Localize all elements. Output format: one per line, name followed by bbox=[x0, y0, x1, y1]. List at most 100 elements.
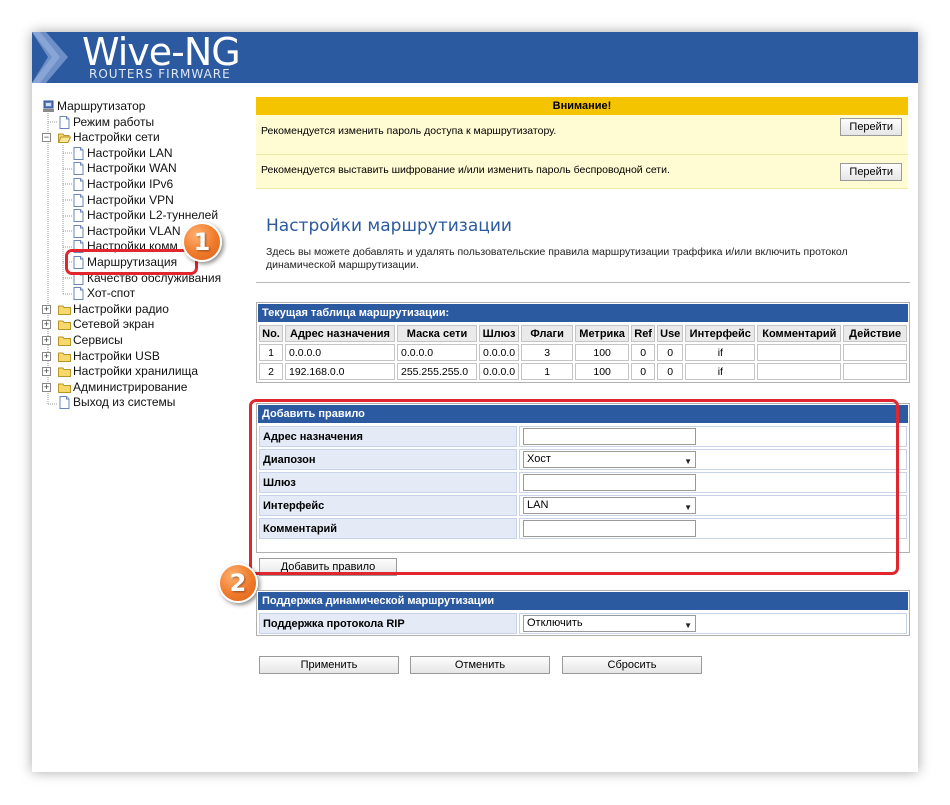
sidebar-item[interactable]: + Настройки радио bbox=[42, 302, 242, 318]
sidebar-item[interactable]: Маршрутизатор bbox=[42, 99, 242, 115]
page-icon bbox=[72, 162, 85, 176]
sidebar-item-label: Режим работы bbox=[73, 114, 155, 129]
header-banner: Wive-NG ROUTERS FIRMWARE bbox=[32, 32, 918, 83]
sidebar-item[interactable]: Хот-спот bbox=[42, 286, 242, 302]
sidebar-item-label: Выход из системы bbox=[73, 395, 176, 410]
sidebar-item[interactable]: Выход из системы bbox=[42, 395, 242, 411]
cell-action[interactable] bbox=[843, 363, 907, 380]
expand-icon[interactable]: + bbox=[42, 367, 51, 377]
warning-title: Внимание! bbox=[256, 97, 908, 115]
cell-metric: 100 bbox=[575, 363, 630, 380]
expand-icon[interactable]: + bbox=[42, 382, 51, 392]
col-header: Флаги bbox=[521, 325, 574, 342]
warning-row-password: Рекомендуется изменить пароль доступа к … bbox=[256, 115, 908, 155]
expand-icon[interactable]: + bbox=[42, 335, 51, 345]
warning-text-password: Рекомендуется изменить пароль доступа к … bbox=[261, 125, 557, 137]
sidebar-item-label: Сервисы bbox=[73, 332, 123, 347]
cell-use: 0 bbox=[657, 363, 684, 380]
cell-ref: 0 bbox=[631, 363, 656, 380]
cell-gateway: 0.0.0.0 bbox=[479, 344, 520, 361]
cell-no: 2 bbox=[259, 363, 283, 380]
page-title: Настройки маршрутизации bbox=[266, 216, 512, 236]
cell-interface: if bbox=[685, 344, 756, 361]
folder-icon bbox=[58, 334, 71, 347]
callout-highlight-add-rule bbox=[249, 399, 899, 575]
sidebar-item[interactable]: Настройки VPN bbox=[42, 193, 242, 209]
sidebar-item[interactable]: Настройки L2-туннелей bbox=[42, 208, 242, 224]
cell-gateway: 0.0.0.0 bbox=[479, 363, 520, 380]
table-row: 1 0.0.0.0 0.0.0.0 0.0.0.0 3 100 0 0 if bbox=[259, 344, 907, 361]
routing-table-panel: Текущая таблица маршрутизации: No. Адрес… bbox=[256, 302, 910, 383]
cell-comment bbox=[757, 344, 842, 361]
apply-button[interactable]: Применить bbox=[259, 656, 399, 674]
page-description: Здесь вы можете добавлять и удалять поль… bbox=[266, 246, 848, 271]
callout-badge-2: 2 bbox=[218, 563, 258, 603]
cell-netmask: 255.255.255.0 bbox=[397, 363, 477, 380]
goto-password-button[interactable]: Перейти bbox=[840, 118, 902, 136]
dynamic-routing-title: Поддержка динамической маршрутизации bbox=[258, 592, 908, 610]
page-icon bbox=[58, 115, 71, 129]
sidebar-item[interactable]: Настройки WAN bbox=[42, 161, 242, 177]
rip-select-value: Отключить bbox=[527, 617, 583, 629]
col-header: Интерфейс bbox=[685, 325, 756, 342]
col-header: Адрес назначения bbox=[285, 325, 395, 342]
sidebar-item-label: Настройки радио bbox=[73, 301, 169, 316]
rip-select[interactable]: Отключить bbox=[523, 615, 696, 633]
reset-button[interactable]: Сбросить bbox=[562, 656, 702, 674]
col-header: Маска сети bbox=[397, 325, 477, 342]
table-row: 2 192.168.0.0 255.255.255.0 0.0.0.0 1 10… bbox=[259, 363, 907, 380]
expand-icon[interactable]: + bbox=[42, 304, 51, 314]
browser-viewport: Wive-NG ROUTERS FIRMWARE Маршрутизатор Р… bbox=[32, 32, 918, 772]
cancel-button[interactable]: Отменить bbox=[410, 656, 550, 674]
cell-use: 0 bbox=[657, 344, 684, 361]
callout-badge-1: 1 bbox=[182, 222, 222, 262]
page-icon bbox=[72, 146, 85, 160]
cell-destination: 192.168.0.0 bbox=[285, 363, 395, 380]
cell-netmask: 0.0.0.0 bbox=[397, 344, 477, 361]
goto-wireless-button[interactable]: Перейти bbox=[840, 163, 902, 181]
routing-table: No. Адрес назначения Маска сети Шлюз Фла… bbox=[257, 323, 909, 382]
sidebar-item-label: Настройки IPv6 bbox=[87, 176, 174, 191]
sidebar-item-label: Настройки VPN bbox=[87, 192, 174, 207]
sidebar-item-label: Сетевой экран bbox=[73, 317, 155, 332]
collapse-icon[interactable]: − bbox=[42, 133, 51, 143]
sidebar-item-label: Настройки WAN bbox=[87, 161, 177, 176]
page-icon bbox=[58, 396, 71, 410]
sidebar-item-label: Настройки USB bbox=[73, 348, 160, 363]
logo-mark-icon bbox=[32, 32, 68, 83]
sidebar-item[interactable]: + Настройки хранилища bbox=[42, 364, 242, 380]
routing-table-title: Текущая таблица маршрутизации: bbox=[258, 304, 908, 322]
cell-no: 1 bbox=[259, 344, 283, 361]
expand-icon[interactable]: + bbox=[42, 320, 51, 330]
sidebar-item[interactable]: + Настройки USB bbox=[42, 349, 242, 365]
cell-flags: 3 bbox=[521, 344, 574, 361]
sidebar-item[interactable]: − Настройки сети bbox=[42, 130, 242, 146]
sidebar-item[interactable]: Режим работы bbox=[42, 115, 242, 131]
col-header: Use bbox=[657, 325, 684, 342]
brand-subtitle: ROUTERS FIRMWARE bbox=[89, 67, 231, 81]
sidebar-item-label: Хот-спот bbox=[87, 286, 136, 301]
folder-icon bbox=[58, 381, 71, 394]
folder-icon bbox=[58, 303, 71, 316]
sidebar-item-label: Настройки VLAN bbox=[87, 223, 181, 238]
sidebar-item[interactable]: + Администрирование bbox=[42, 380, 242, 396]
sidebar-item-label: Настройки сети bbox=[73, 130, 160, 145]
sidebar-item-label: Маршрутизатор bbox=[57, 99, 146, 113]
expand-icon[interactable]: + bbox=[42, 351, 51, 361]
sidebar-item[interactable]: Настройки IPv6 bbox=[42, 177, 242, 193]
sidebar-item[interactable]: + Сервисы bbox=[42, 333, 242, 349]
sidebar-item[interactable]: + Сетевой экран bbox=[42, 317, 242, 333]
sidebar-item-label: Настройки LAN bbox=[87, 145, 173, 160]
col-header: Шлюз bbox=[479, 325, 520, 342]
cell-destination: 0.0.0.0 bbox=[285, 344, 395, 361]
brand-logo-text: Wive-NG bbox=[82, 32, 241, 74]
page-icon bbox=[72, 193, 85, 207]
sidebar-item[interactable]: Настройки LAN bbox=[42, 146, 242, 162]
cell-action[interactable] bbox=[843, 344, 907, 361]
folder-icon bbox=[58, 350, 71, 363]
folder-icon bbox=[58, 365, 71, 378]
folder-icon bbox=[58, 318, 71, 331]
divider bbox=[256, 282, 910, 283]
page-icon bbox=[72, 209, 85, 223]
cell-ref: 0 bbox=[631, 344, 656, 361]
